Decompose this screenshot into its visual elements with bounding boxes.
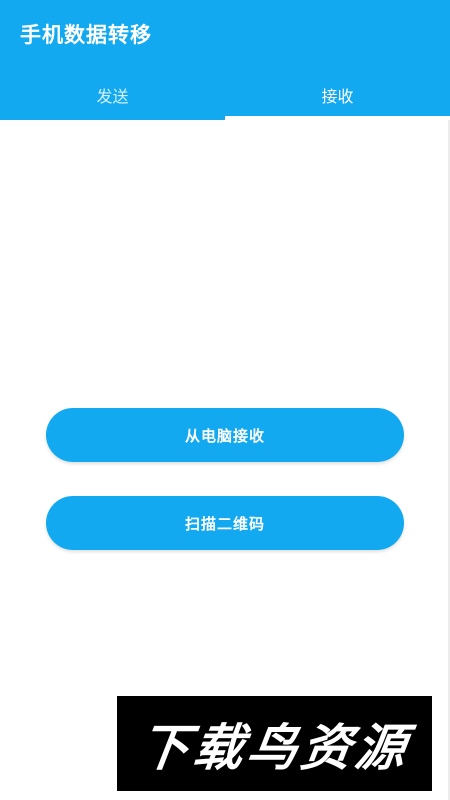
- receive-from-pc-button[interactable]: 从电脑接收: [46, 408, 404, 462]
- watermark-text: 下载鸟资源: [134, 718, 414, 777]
- scan-qr-button[interactable]: 扫描二维码: [46, 496, 404, 550]
- app-bar: 手机数据转移 发送 接收: [0, 0, 450, 120]
- tab-receive[interactable]: 接收: [225, 70, 450, 120]
- app-title: 手机数据转移: [20, 23, 152, 47]
- tab-indicator: [225, 116, 450, 120]
- watermark-logo: 下载鸟资源: [117, 696, 432, 791]
- tab-bar: 发送 接收: [0, 70, 450, 120]
- tab-send[interactable]: 发送: [0, 70, 225, 120]
